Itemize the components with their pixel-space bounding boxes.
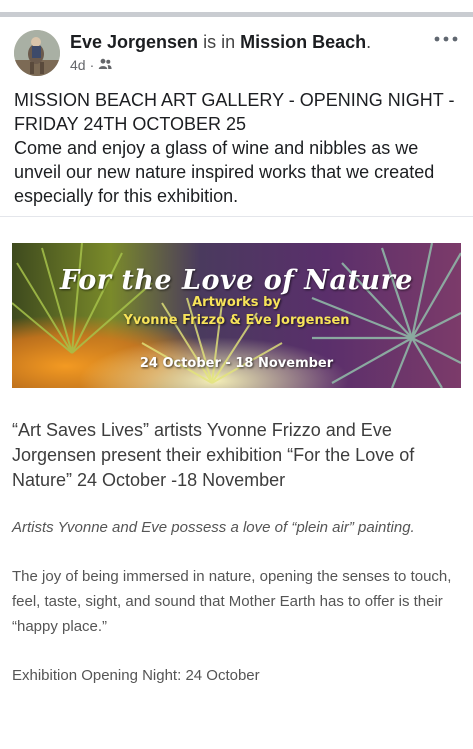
top-separator — [0, 12, 473, 17]
location-link[interactable]: Mission Beach — [240, 32, 366, 52]
article-text: “Art Saves Lives” artists Yvonne Frizzo … — [12, 418, 464, 687]
post-age[interactable]: 4d — [70, 57, 86, 73]
article-lead: “Art Saves Lives” artists Yvonne Frizzo … — [12, 420, 415, 490]
banner-title: For the Love of Nature — [60, 265, 413, 296]
post-header: Eve Jorgensen is in Mission Beach. 4d · — [14, 30, 459, 80]
post-body: MISSION BEACH ART GALLERY - OPENING NIGH… — [14, 88, 462, 208]
banner-artists: Yvonne Frizzo & Eve Jorgensen — [123, 313, 350, 328]
post-meta: 4d · — [70, 57, 112, 73]
friends-icon — [98, 57, 112, 73]
banner-dates: 24 October - 18 November — [139, 356, 334, 371]
opening-night-text: Exhibition Opening Night: 24 October — [12, 667, 260, 684]
post-headline: MISSION BEACH ART GALLERY - OPENING NIGH… — [14, 90, 455, 134]
article-quote: Artists Yvonne and Eve possess a love of… — [12, 519, 415, 536]
article-paragraph: The joy of being immersed in nature, ope… — [12, 568, 452, 635]
banner-subtitle: Artworks by — [192, 295, 281, 310]
more-options-icon[interactable] — [433, 30, 459, 50]
title-period: . — [366, 32, 372, 52]
post-description: Come and enjoy a glass of wine and nibbl… — [14, 138, 435, 206]
author-name[interactable]: Eve Jorgensen — [70, 32, 198, 52]
meta-separator: · — [89, 57, 95, 73]
connector-text: is in — [203, 32, 236, 52]
avatar[interactable] — [14, 30, 60, 76]
divider — [0, 216, 473, 217]
post-title: Eve Jorgensen is in Mission Beach. — [70, 31, 371, 53]
exhibition-banner[interactable]: For the Love of Nature Artworks by Yvonn… — [12, 243, 461, 388]
